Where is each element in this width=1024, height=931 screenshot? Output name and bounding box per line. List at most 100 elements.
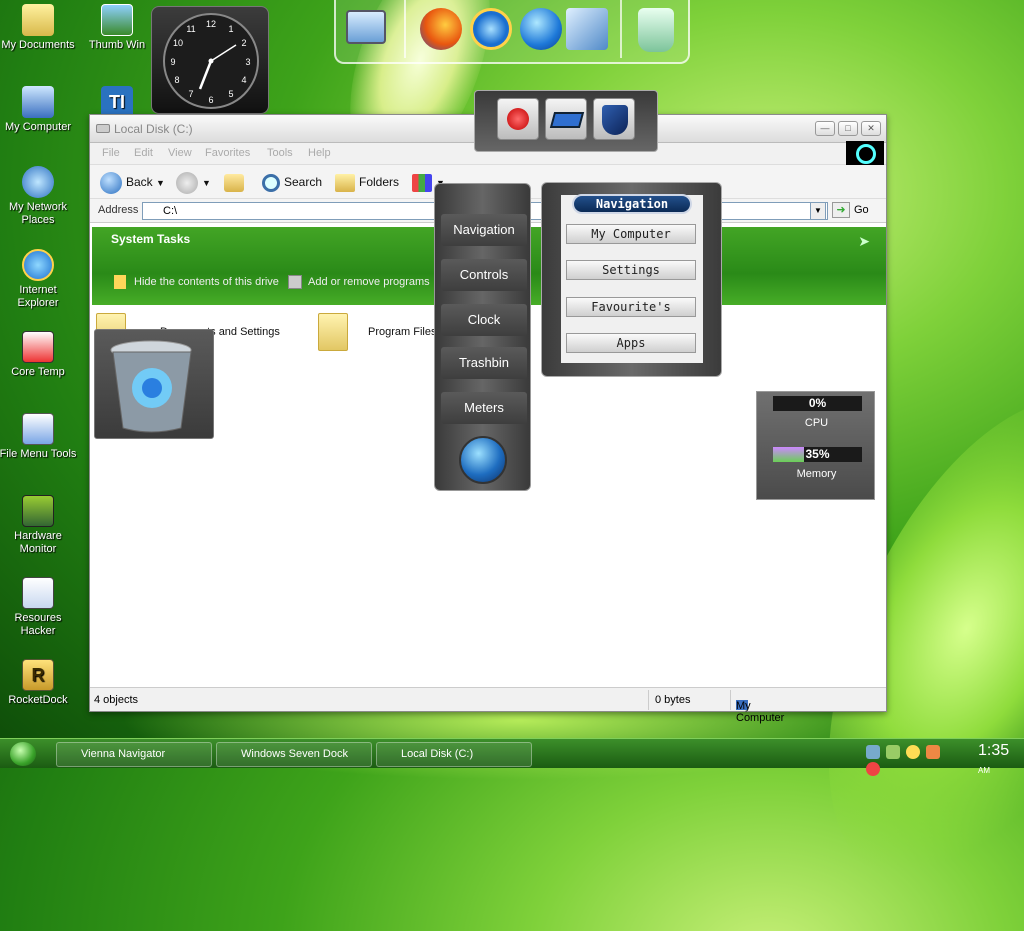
- nav-item-my-computer[interactable]: My Computer: [566, 224, 696, 244]
- power-icon: [507, 108, 529, 130]
- folder-icon: [335, 173, 355, 192]
- maximize-button[interactable]: □: [838, 121, 858, 136]
- desktop-icon-file-menu-tools[interactable]: File Menu Tools: [0, 413, 78, 461]
- up-folder-button[interactable]: [224, 171, 248, 193]
- controls-item-clock[interactable]: Clock: [441, 304, 527, 336]
- update-icon[interactable]: [886, 745, 901, 759]
- clock-numeral: 3: [245, 57, 250, 67]
- internet-explorer-icon: [22, 249, 54, 281]
- clock-numeral: 12: [206, 19, 216, 29]
- menu-file[interactable]: File: [102, 147, 120, 159]
- trashbin-widget[interactable]: [94, 329, 214, 439]
- recycle-bin-icon: [110, 340, 192, 433]
- desktop-icon-rocketdock[interactable]: R RocketDock: [0, 659, 78, 707]
- status-divider: [648, 690, 649, 710]
- nav-item-favourites[interactable]: Favourite's: [566, 297, 696, 317]
- desktop-icon-my-network-places[interactable]: My Network Places: [0, 166, 78, 227]
- search-button[interactable]: Search: [262, 171, 322, 193]
- windows-throbber-logo: [846, 141, 884, 165]
- desktop-icon-core-temp[interactable]: Core Temp: [0, 331, 78, 379]
- windows-orb-icon[interactable]: [459, 436, 507, 484]
- hammer-icon: [22, 577, 54, 609]
- power-panel: [474, 90, 658, 152]
- back-arrow-icon: [100, 171, 122, 194]
- internet-explorer-icon[interactable]: [470, 8, 512, 50]
- menu-favorites[interactable]: Favorites: [205, 147, 250, 159]
- folder-icon: [318, 313, 348, 351]
- address-dropdown[interactable]: ▼: [810, 202, 826, 220]
- folder-icon: [114, 275, 126, 289]
- desktop-icon-internet-explorer[interactable]: Internet Explorer: [0, 249, 78, 310]
- power-button[interactable]: [497, 98, 539, 140]
- rocketdock-icon: R: [22, 659, 54, 691]
- memory-meter-bar: 35%: [773, 447, 862, 462]
- menu-edit[interactable]: Edit: [134, 147, 153, 159]
- clock-numeral: 2: [241, 38, 246, 48]
- menu-tools[interactable]: Tools: [267, 147, 293, 159]
- nav-item-settings[interactable]: Settings: [566, 260, 696, 280]
- recycle-bin-icon[interactable]: [638, 8, 674, 52]
- taskbar-item-windows-seven-dock[interactable]: Windows Seven Dock: [216, 742, 372, 767]
- thumbnail-icon: [101, 4, 133, 36]
- menu-help[interactable]: Help: [308, 147, 331, 159]
- file-item[interactable]: Program Files: [318, 313, 436, 351]
- folder-icon: [22, 4, 54, 36]
- monitor-icon[interactable]: [346, 10, 386, 44]
- thermometer-icon: [22, 331, 54, 363]
- clock-numeral: 10: [173, 38, 183, 48]
- cpu-value: 0%: [808, 396, 827, 410]
- clock-widget[interactable]: 12 1 2 3 4 5 6 7 8 9 10 11: [151, 6, 269, 114]
- desktop-icon-my-documents[interactable]: My Documents: [0, 4, 78, 52]
- taskbar-item-local-disk[interactable]: Local Disk (C:): [376, 742, 532, 767]
- controls-item-meters[interactable]: Meters: [441, 392, 527, 424]
- taskbar-item-vienna-navigator[interactable]: Vienna Navigator: [56, 742, 212, 767]
- controls-item-navigation[interactable]: Navigation: [441, 214, 527, 246]
- nav-item-apps[interactable]: Apps: [566, 333, 696, 353]
- clock-numeral: 5: [228, 89, 233, 99]
- network-globe-icon: [22, 166, 54, 198]
- desktop-icon-my-computer[interactable]: My Computer: [0, 86, 78, 134]
- security-button[interactable]: [593, 98, 635, 140]
- desktop-icon-thumb-win[interactable]: Thumb Win: [77, 4, 157, 52]
- firefox-icon[interactable]: [420, 8, 462, 50]
- menu-view[interactable]: View: [168, 147, 192, 159]
- status-bar: 4 objects 0 bytes My Computer: [90, 687, 886, 724]
- hide-contents-link[interactable]: Hide the contents of this drive: [114, 275, 279, 289]
- forward-button[interactable]: ▼: [176, 171, 211, 194]
- taskbar: Vienna Navigator Windows Seven Dock Loca…: [0, 738, 1024, 776]
- taskbar-clock[interactable]: 1:35 AM: [978, 742, 1024, 778]
- antivirus-icon[interactable]: [866, 762, 880, 776]
- controls-item-trashbin[interactable]: Trashbin: [441, 347, 527, 379]
- cpu-meter-bar: 0%: [773, 396, 862, 411]
- window-switch-button[interactable]: [545, 98, 587, 140]
- back-button[interactable]: Back ▼: [100, 171, 165, 194]
- size-readout: 0 bytes: [655, 694, 691, 706]
- messenger-icon[interactable]: [906, 745, 921, 759]
- start-orb-button[interactable]: [10, 742, 36, 766]
- cpu-label: CPU: [804, 417, 829, 429]
- network-icon[interactable]: [866, 745, 880, 759]
- meters-widget[interactable]: 0% CPU 35% Memory: [756, 391, 875, 500]
- controls-panel: Navigation Controls Clock Trashbin Meter…: [434, 183, 531, 491]
- chevron-down-icon: ▼: [156, 178, 165, 188]
- folders-button[interactable]: Folders: [335, 171, 399, 193]
- add-remove-programs-link[interactable]: Add or remove programs: [288, 275, 430, 289]
- memory-meter-fill: [773, 447, 805, 462]
- desktop-icon-hardware-monitor[interactable]: Hardware Monitor: [0, 495, 78, 556]
- collapse-chevron-icon[interactable]: ➤: [858, 233, 870, 250]
- clock-numeral: 8: [174, 75, 179, 85]
- security-tray-icon[interactable]: [926, 745, 941, 759]
- navigation-menu-panel: Navigation My Computer Settings Favourit…: [541, 182, 722, 377]
- go-button[interactable]: ➜ Go: [832, 202, 869, 218]
- minimize-button[interactable]: —: [815, 121, 835, 136]
- forward-arrow-icon: [176, 171, 198, 194]
- control-panel-icon[interactable]: [566, 8, 608, 50]
- media-player-icon[interactable]: [520, 8, 562, 50]
- search-icon: [262, 173, 280, 192]
- controls-item-controls[interactable]: Controls: [441, 259, 527, 291]
- window-title: Local Disk (C:): [114, 122, 193, 136]
- memory-value: 35%: [805, 447, 830, 461]
- address-label: Address: [98, 204, 139, 216]
- desktop-icon-resoures-hacker[interactable]: Resoures Hacker: [0, 577, 78, 638]
- close-button[interactable]: ✕: [861, 121, 881, 136]
